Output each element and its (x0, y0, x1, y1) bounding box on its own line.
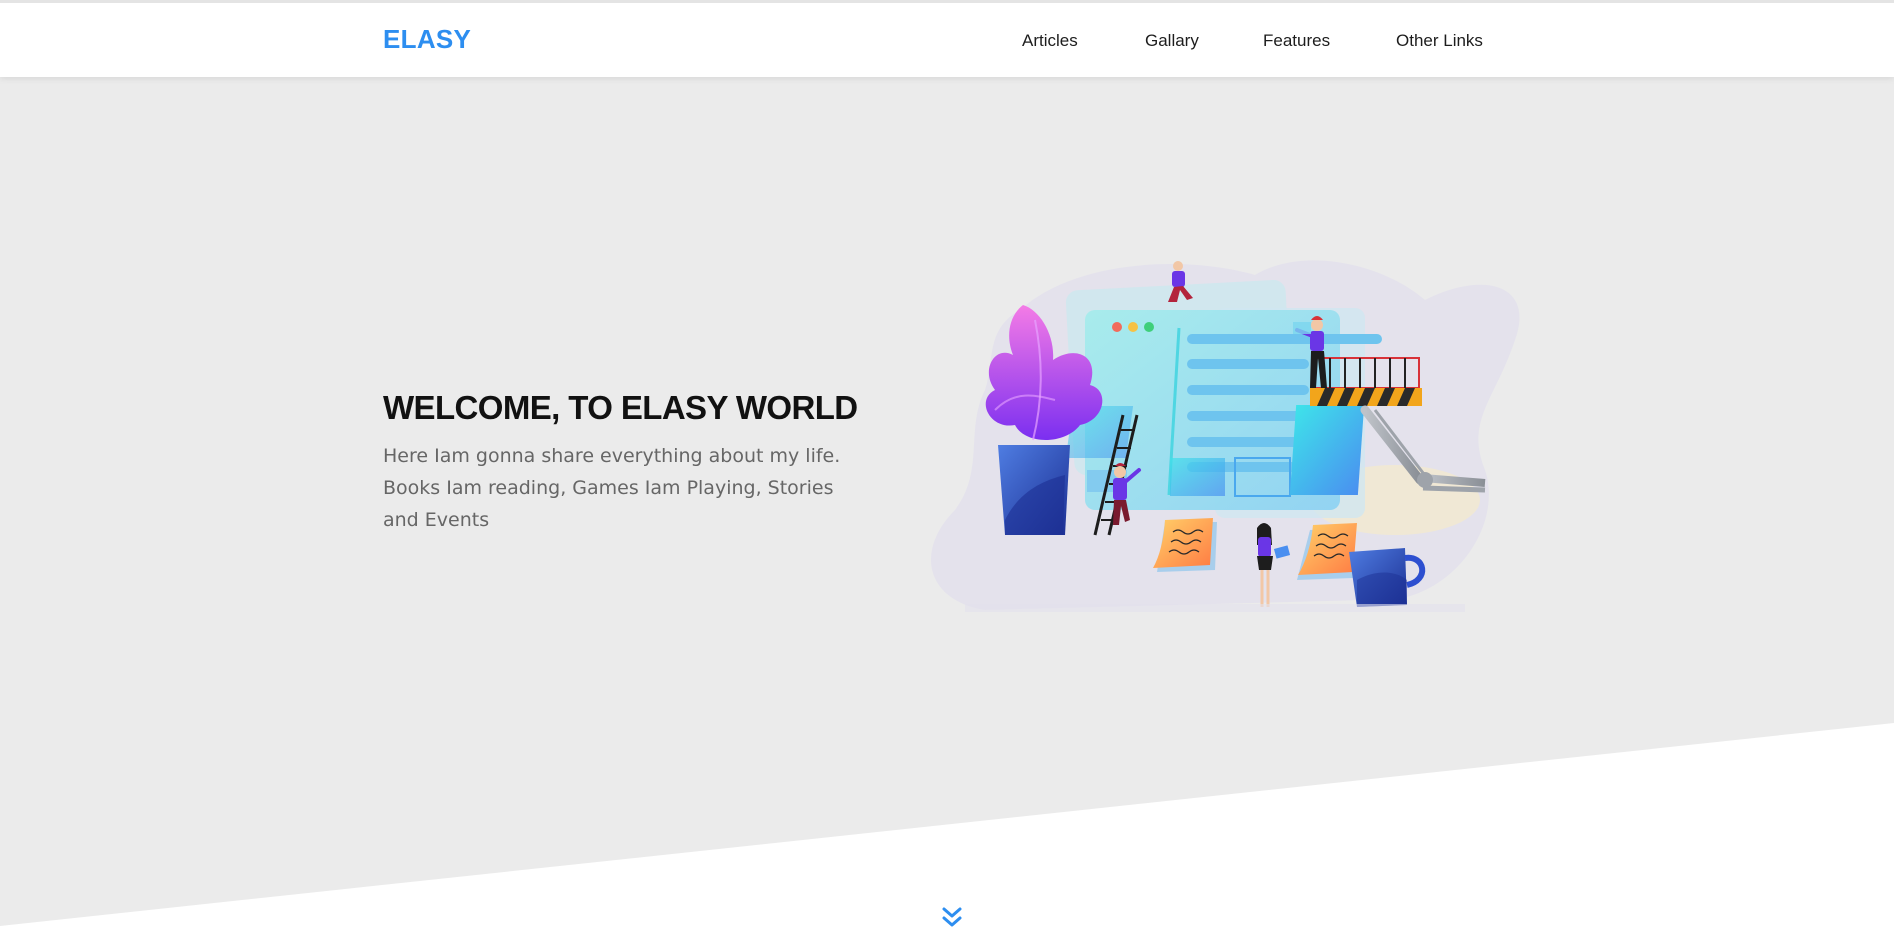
double-chevron-down-icon[interactable] (940, 906, 964, 930)
nav-link-articles[interactable]: Articles (1022, 31, 1078, 51)
hero-illustration (931, 260, 1520, 612)
site-header: ELASY Articles Gallary Features Other Li… (0, 0, 1894, 77)
nav-link-gallary[interactable]: Gallary (1145, 31, 1199, 51)
nav-link-other-links[interactable]: Other Links (1396, 31, 1483, 51)
nav-link-features[interactable]: Features (1263, 31, 1330, 51)
main-nav: Articles Gallary Features Other Links (0, 31, 1894, 55)
hero-description: Here Iam gonna share everything about my… (383, 445, 841, 531)
hero-title: WELCOME, TO ELASY WORLD (383, 389, 858, 426)
page: ELASY Articles Gallary Features Other Li… (0, 0, 1894, 945)
